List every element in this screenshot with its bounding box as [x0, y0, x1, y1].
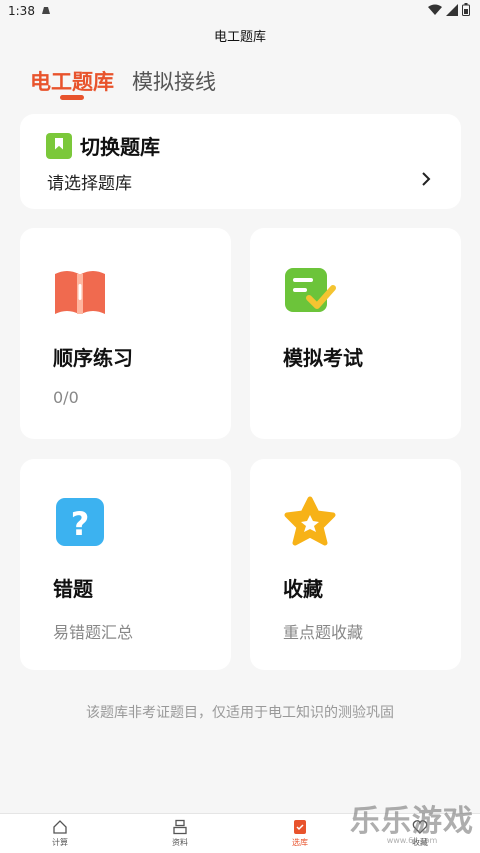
status-bar: 1:38 — [0, 0, 480, 22]
card-title: 模拟考试 — [283, 346, 363, 370]
wifi-icon — [428, 4, 442, 19]
card-subtitle: 易错题汇总 — [53, 623, 134, 642]
watermark-main: 乐乐游戏 — [350, 804, 474, 839]
tab-label: 电工题库 — [30, 70, 114, 94]
nav-item-calculate[interactable]: 计算 — [0, 814, 120, 853]
nav-label: 资料 — [172, 838, 188, 847]
favorites-card[interactable]: 收藏 重点题收藏 — [250, 459, 461, 670]
card-title: 顺序练习 — [53, 346, 133, 370]
tab-simulated-wiring[interactable]: 模拟接线 — [132, 66, 216, 98]
card-title: 错题 — [53, 577, 93, 601]
bank-icon — [294, 820, 306, 834]
nav-label: 计算 — [52, 838, 68, 847]
svg-text:?: ? — [71, 505, 90, 543]
mock-exam-card[interactable]: 模拟考试 — [250, 228, 461, 439]
switch-bank-subtitle: 请选择题库 — [47, 174, 132, 194]
switch-bank-title: 切换题库 — [80, 135, 160, 159]
disclaimer-text: 该题库非考证题目，仅适用于电工知识的测验巩固 — [86, 705, 394, 721]
star-icon — [283, 495, 337, 549]
status-time: 1:38 — [8, 4, 35, 18]
app-title: 电工题库 — [213, 30, 266, 45]
exam-check-icon — [283, 264, 337, 318]
tab-label: 模拟接线 — [132, 70, 216, 94]
bookmark-book-icon — [46, 132, 72, 159]
notification-icon — [41, 4, 51, 18]
nav-item-select-bank[interactable]: 选库 — [240, 814, 360, 853]
signal-icon — [446, 3, 458, 19]
open-book-icon — [53, 264, 107, 318]
sequential-practice-card[interactable]: 顺序练习 0/0 — [20, 228, 231, 439]
active-tab-indicator — [60, 95, 84, 100]
wrong-questions-card[interactable]: ? 错题 易错题汇总 — [20, 459, 231, 670]
tab-electrician-bank[interactable]: 电工题库 — [30, 66, 114, 100]
chevron-right-icon — [421, 168, 431, 192]
card-subtitle: 重点题收藏 — [283, 623, 364, 642]
watermark-logo: 乐乐游戏 www.6ll.com — [350, 807, 474, 845]
document-icon — [173, 819, 187, 835]
top-tabs: 电工题库 模拟接线 — [30, 66, 216, 100]
nav-item-materials[interactable]: 资料 — [120, 814, 240, 853]
card-title: 收藏 — [283, 577, 323, 601]
battery-icon — [462, 3, 470, 19]
home-icon — [53, 820, 67, 834]
switch-bank-card[interactable]: 切换题库 请选择题库 — [20, 114, 461, 209]
nav-label: 选库 — [292, 838, 308, 847]
question-icon: ? — [53, 495, 107, 549]
card-progress: 0/0 — [53, 388, 79, 407]
